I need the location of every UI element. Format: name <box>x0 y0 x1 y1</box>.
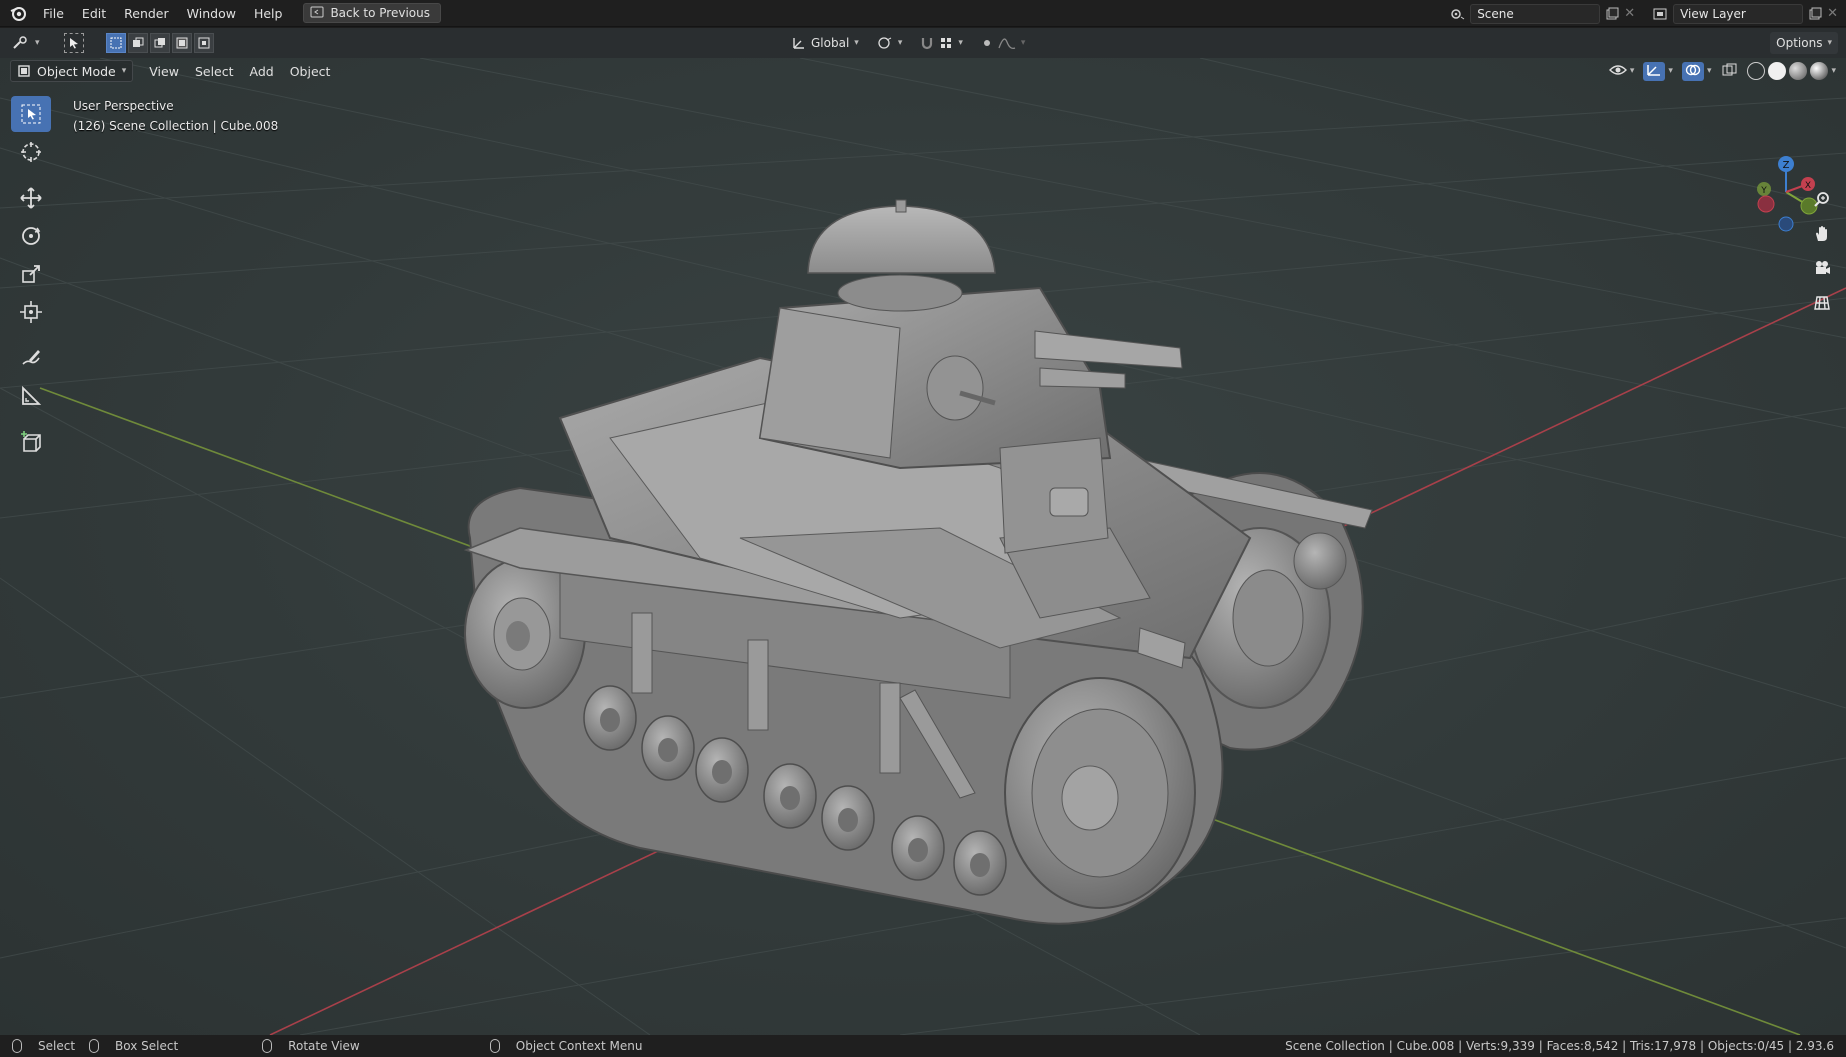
menu-view[interactable]: View <box>141 64 187 79</box>
viewport-display-controls: ▾ ▾ ▾ ▾ <box>1608 58 1836 84</box>
rendered-shading-icon[interactable] <box>1810 62 1829 80</box>
material-shading-icon[interactable] <box>1789 62 1808 80</box>
rotate-icon[interactable] <box>11 218 51 254</box>
left-toolbar <box>8 94 54 462</box>
proportional-edit-toggle[interactable]: ▾ <box>975 32 1032 54</box>
status-select-label: Select <box>38 1039 76 1053</box>
tool-header: ▾ Global ▾ ▾ ▾ ▾ Options ▾ <box>0 28 1846 58</box>
menu-window[interactable]: Window <box>178 0 245 27</box>
options-label: Options <box>1776 36 1823 50</box>
snap-grid-icon <box>941 38 952 48</box>
select-intersect-button[interactable] <box>193 33 214 53</box>
view-layer-name: View Layer <box>1680 6 1746 21</box>
object-mode-dropdown[interactable]: Object Mode ▾ <box>10 60 134 82</box>
scene-name-field[interactable]: Scene <box>1470 3 1601 24</box>
cursor-icon[interactable] <box>11 134 51 170</box>
viewport-info-overlay: User Perspective (126) Scene Collection … <box>73 96 278 136</box>
status-context-menu-hint: Object Context Menu <box>489 1039 643 1053</box>
annotate-icon[interactable] <box>11 340 51 376</box>
back-to-previous-button[interactable]: Back to Previous <box>303 3 441 23</box>
scene-name: Scene <box>1477 6 1514 21</box>
status-box-select-label: Box Select <box>115 1039 179 1053</box>
viewport-header: Object Mode ▾ View Select Add Object ▾ ▾… <box>0 58 1846 84</box>
blender-logo-icon[interactable] <box>8 3 28 23</box>
transform-settings: Global ▾ ▾ ▾ ▾ <box>786 32 1031 54</box>
transform-orientation-dropdown[interactable]: Global ▾ <box>786 32 865 54</box>
pan-hand-icon[interactable] <box>1808 220 1836 248</box>
falloff-icon <box>998 38 1016 50</box>
menu-render[interactable]: Render <box>115 0 178 27</box>
menu-edit[interactable]: Edit <box>73 0 115 27</box>
new-scene-icon[interactable] <box>1600 4 1624 24</box>
object-mode-icon <box>18 65 30 77</box>
measure-icon[interactable] <box>11 378 51 414</box>
solid-shading-icon[interactable] <box>1768 62 1787 80</box>
wireframe-shading-icon[interactable] <box>1747 62 1766 80</box>
overlays-toggle-icon[interactable] <box>1681 61 1704 81</box>
transform-orientation-label: Global <box>811 36 850 50</box>
right-mouse-icon <box>489 1039 500 1053</box>
back-to-previous-label: Back to Previous <box>330 6 430 20</box>
middle-mouse-icon <box>262 1039 273 1053</box>
tool-select-icon[interactable] <box>63 33 84 53</box>
orientation-icon <box>793 38 804 49</box>
status-box-select-hint: Box Select <box>89 1039 178 1053</box>
workspace-controls: Scene ✕ View Layer ✕ <box>1446 0 1846 27</box>
transform-icon[interactable] <box>11 294 51 330</box>
status-context-menu-label: Object Context Menu <box>515 1039 643 1053</box>
magnet-icon <box>922 38 933 50</box>
options-dropdown[interactable]: Options ▾ <box>1770 32 1838 54</box>
select-invert-button[interactable] <box>171 33 192 53</box>
delete-scene-icon[interactable]: ✕ <box>1624 6 1635 21</box>
visibility-eye-icon[interactable] <box>1608 63 1627 80</box>
add-cube-icon[interactable] <box>11 424 51 460</box>
select-subtract-button[interactable] <box>149 33 170 53</box>
left-mouse-icon <box>12 1039 22 1053</box>
viewport-scene <box>0 58 1846 1035</box>
3d-viewport[interactable]: User Perspective (126) Scene Collection … <box>0 58 1846 1035</box>
delete-view-layer-icon[interactable]: ✕ <box>1827 6 1838 21</box>
menu-file[interactable]: File <box>34 0 73 27</box>
menu-object[interactable]: Object <box>282 64 339 79</box>
xray-toggle-icon[interactable] <box>1722 63 1738 80</box>
selection-mode-group <box>105 33 214 53</box>
select-extend-button[interactable] <box>127 33 148 53</box>
view-layer-field[interactable]: View Layer <box>1673 3 1804 24</box>
move-icon[interactable] <box>11 180 51 216</box>
back-icon <box>310 6 324 21</box>
object-mode-label: Object Mode <box>37 63 116 79</box>
camera-icon[interactable] <box>1808 254 1836 282</box>
view-layer-icon[interactable] <box>1649 4 1673 24</box>
collection-info-label: (126) Scene Collection | Cube.008 <box>73 119 279 133</box>
scene-statistics: Scene Collection | Cube.008 | Verts:9,33… <box>1285 1039 1834 1053</box>
drag-mouse-icon <box>89 1039 100 1053</box>
pivot-point-dropdown[interactable]: ▾ <box>871 32 909 54</box>
grid-ortho-icon[interactable] <box>1808 288 1836 316</box>
snap-toggle[interactable]: ▾ <box>914 32 969 54</box>
select-new-button[interactable] <box>105 33 126 53</box>
gizmo-x-label: X <box>1805 181 1811 191</box>
select-box-icon[interactable] <box>11 96 51 132</box>
status-rotate-hint: Rotate View <box>262 1039 360 1053</box>
status-rotate-label: Rotate View <box>288 1039 360 1053</box>
gizmo-toggle-icon[interactable] <box>1643 61 1666 81</box>
menu-help[interactable]: Help <box>245 0 292 27</box>
scene-icon[interactable] <box>1446 4 1470 24</box>
new-view-layer-icon[interactable] <box>1803 4 1827 24</box>
status-select-hint: Select <box>12 1039 75 1053</box>
perspective-label: User Perspective <box>73 99 174 113</box>
editor-type-button[interactable]: ▾ <box>6 32 46 54</box>
zoom-icon[interactable] <box>1808 186 1836 214</box>
menu-select[interactable]: Select <box>187 64 242 79</box>
status-bar: Select Box Select Rotate View Object Con… <box>0 1035 1846 1057</box>
menu-add[interactable]: Add <box>242 64 282 79</box>
gizmo-y-label: Y <box>1760 186 1767 196</box>
scale-icon[interactable] <box>11 256 51 292</box>
top-menu-bar: File Edit Render Window Help Back to Pre… <box>0 0 1846 27</box>
gizmo-z-label: Z <box>1783 160 1790 171</box>
tank-model[interactable] <box>463 199 1373 925</box>
